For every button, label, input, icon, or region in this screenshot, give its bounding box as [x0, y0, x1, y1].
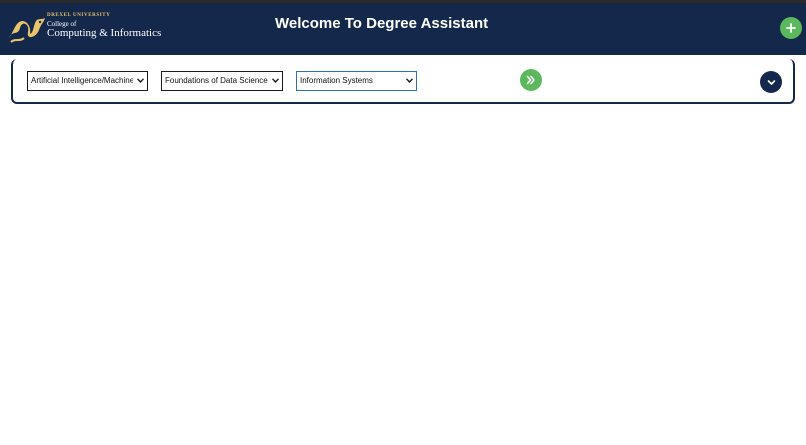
chevron-down-icon [137, 78, 144, 83]
select-1-value: Artificial Intelligence/Machine Learning [31, 76, 133, 85]
chevron-down-icon [272, 78, 279, 83]
concentration-select-3[interactable]: Information Systems [296, 71, 417, 91]
drexel-cci-logo[interactable]: DREXEL UNIVERSITY College of Computing &… [6, 12, 161, 46]
add-button[interactable] [780, 17, 802, 39]
app-header: DREXEL UNIVERSITY College of Computing &… [0, 3, 806, 55]
course-selection-panel: Artificial Intelligence/Machine Learning… [11, 59, 795, 104]
department-name: Computing & Informatics [47, 27, 162, 39]
plus-icon [786, 23, 796, 33]
chevron-down-icon [767, 79, 775, 85]
double-chevron-right-icon [526, 75, 535, 85]
select-3-value: Information Systems [300, 76, 373, 85]
concentration-select-1[interactable]: Artificial Intelligence/Machine Learning [27, 71, 148, 91]
university-name: DREXEL UNIVERSITY [47, 13, 111, 18]
submit-button[interactable] [520, 69, 542, 91]
page-title: Welcome To Degree Assistant [275, 15, 489, 32]
chevron-down-icon [406, 78, 413, 83]
dragon-icon [9, 18, 45, 43]
expand-toggle-button[interactable] [760, 71, 782, 93]
select-2-value: Foundations of Data Science [165, 76, 268, 85]
concentration-select-2[interactable]: Foundations of Data Science [161, 71, 283, 91]
